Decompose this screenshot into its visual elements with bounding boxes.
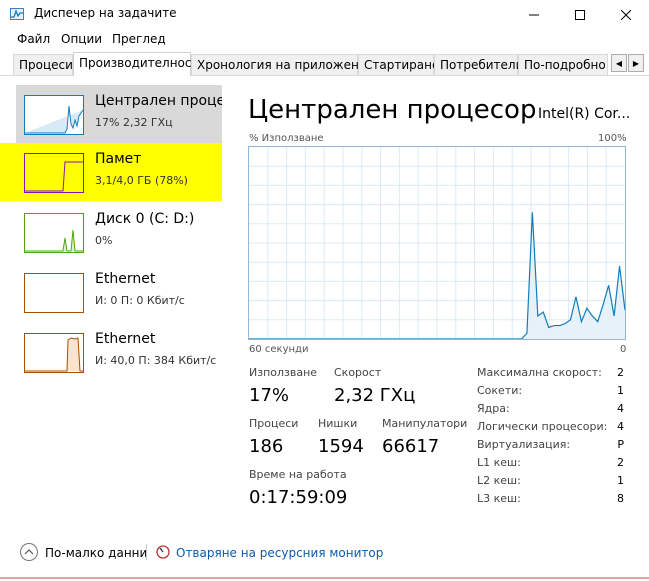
ethernet-thumbnail: [24, 333, 84, 373]
tab-startup[interactable]: Стартиране: [358, 54, 439, 75]
tab-strip: Процеси Производителност Хронология на п…: [0, 50, 649, 76]
menu-options[interactable]: Опции: [61, 32, 102, 46]
disk-thumbnail: [24, 213, 84, 253]
tab-users[interactable]: Потребители: [434, 54, 523, 75]
tab-scroll-left-button[interactable]: ◀: [611, 54, 627, 72]
sidebar-item-value: 0%: [95, 234, 113, 247]
sidebar-item-label: Диск 0 (C: D:): [95, 211, 195, 227]
spec-value: 1: [617, 474, 624, 487]
spec-label: L2 кеш:: [477, 474, 521, 487]
sidebar-item-label: Памет: [95, 151, 142, 167]
window-title: Диспечер на задачите: [34, 6, 177, 20]
resource-monitor-icon: [156, 545, 170, 559]
tab-app-history[interactable]: Хронология на приложение: [191, 54, 374, 75]
ethernet-thumbnail: [24, 273, 84, 313]
arrow-right-icon: ▶: [632, 58, 640, 68]
cpu-thumbnail: [24, 95, 84, 135]
resource-sidebar: Централен процесор 17% 2,32 ГХц Памет 3,…: [0, 85, 222, 385]
minimize-button[interactable]: [511, 0, 557, 30]
footer-bar: По-малко данни Отваряне на ресурсния мон…: [0, 540, 649, 568]
cpu-usage-graph: [248, 146, 626, 340]
usage-value: 17%: [249, 385, 290, 406]
cpu-model: Intel(R) Cor...: [538, 106, 631, 122]
spec-value: 4: [617, 402, 624, 415]
cpu-usage-chart: [249, 147, 626, 340]
title-bar: Диспечер на задачите: [0, 0, 649, 30]
speed-value: 2,32 ГХц: [334, 385, 416, 406]
speed-label: Скорост: [334, 366, 382, 379]
spec-label: Виртуализация:: [477, 438, 571, 451]
footer-divider: [146, 544, 147, 560]
threads-value: 1594: [318, 436, 364, 457]
handles-label: Манипулатори: [382, 417, 468, 430]
sidebar-item-cpu[interactable]: Централен процесор 17% 2,32 ГХц: [16, 85, 222, 143]
close-icon: [621, 10, 631, 20]
threads-label: Нишки: [318, 417, 358, 430]
uptime-value: 0:17:59:09: [249, 487, 348, 508]
uptime-label: Време на работа: [249, 468, 347, 481]
handles-value: 66617: [382, 436, 440, 457]
sidebar-item-label: Ethernet: [95, 271, 156, 287]
spec-value: 2: [617, 366, 624, 379]
sidebar-item-value: 3,1/4,0 ГБ (78%): [95, 174, 188, 187]
menu-bar: Файл Опции Преглед: [0, 30, 649, 50]
spec-label: Ядра:: [477, 402, 510, 415]
spec-value: 4: [617, 420, 624, 433]
spec-label: L1 кеш:: [477, 456, 521, 469]
open-resource-monitor-link[interactable]: Отваряне на ресурсния монитор: [176, 546, 383, 560]
spec-label: Сокети:: [477, 384, 523, 397]
spec-label: Максимална скорост:: [477, 366, 602, 379]
menu-view[interactable]: Преглед: [112, 32, 166, 46]
usage-label: Използване: [249, 366, 318, 379]
tab-details[interactable]: По-подробно: [518, 54, 608, 75]
maximize-button[interactable]: [557, 0, 603, 30]
graph-y-label: % Използване: [249, 133, 324, 144]
minimize-icon: [529, 14, 539, 16]
tab-processes[interactable]: Процеси: [13, 54, 73, 75]
graph-x-label: 60 секунди: [249, 344, 309, 355]
spec-value: 2: [617, 456, 624, 469]
maximize-icon: [575, 10, 585, 20]
chevron-up-icon[interactable]: [20, 543, 38, 561]
spec-value: 8: [617, 492, 624, 505]
bottom-border: [0, 577, 649, 579]
sidebar-item-value: 17% 2,32 ГХц: [95, 116, 173, 129]
sidebar-item-ethernet-1[interactable]: Ethernet И: 0 П: 0 Кбит/с: [16, 263, 222, 321]
sidebar-item-label: Централен процесор: [95, 93, 222, 109]
memory-thumbnail: [24, 153, 84, 193]
sidebar-item-disk[interactable]: Диск 0 (C: D:) 0%: [16, 203, 222, 261]
graph-x-min: 0: [620, 344, 627, 355]
sidebar-item-value: И: 0 П: 0 Кбит/с: [95, 294, 185, 307]
processes-label: Процеси: [249, 417, 299, 430]
processes-value: 186: [249, 436, 284, 457]
sidebar-item-memory[interactable]: Памет 3,1/4,0 ГБ (78%): [0, 143, 222, 201]
tab-performance[interactable]: Производителност: [73, 52, 199, 76]
spec-label: L3 кеш:: [477, 492, 521, 505]
spec-label: Логически процесори:: [477, 420, 608, 433]
page-title: Централен процесор: [248, 95, 537, 125]
arrow-left-icon: ◀: [615, 58, 623, 68]
task-manager-icon: [10, 8, 24, 20]
close-button[interactable]: [603, 0, 649, 30]
tab-scroll-right-button[interactable]: ▶: [628, 54, 644, 72]
spec-value: Р: [617, 438, 624, 451]
fewer-details-button[interactable]: По-малко данни: [45, 546, 147, 560]
menu-file[interactable]: Файл: [17, 32, 50, 46]
spec-value: 1: [617, 384, 624, 397]
sidebar-item-ethernet-2[interactable]: Ethernet И: 40,0 П: 384 Кбит/с: [16, 323, 222, 381]
sidebar-item-value: И: 40,0 П: 384 Кбит/с: [95, 354, 217, 367]
graph-y-max: 100%: [598, 133, 627, 144]
sidebar-item-label: Ethernet: [95, 331, 156, 347]
